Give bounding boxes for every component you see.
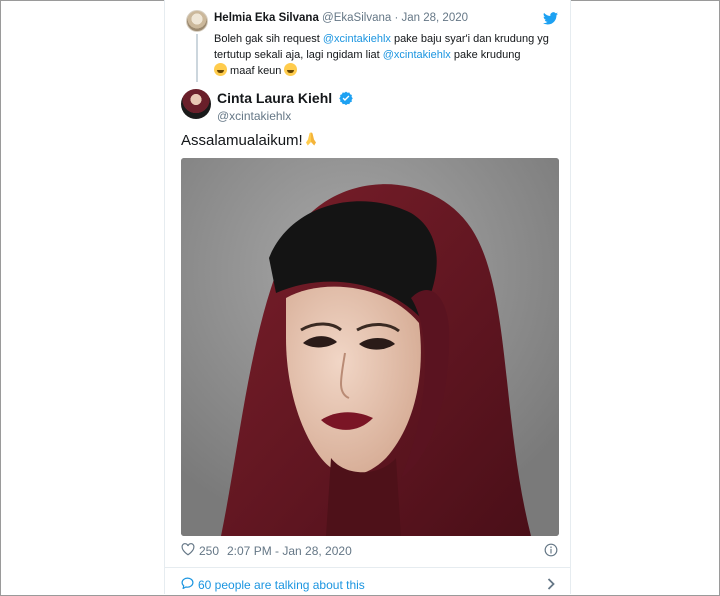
- folded-hands-emoji-icon: [305, 132, 316, 146]
- reply-text-part: maaf keun: [227, 65, 285, 77]
- chevron-right-icon[interactable]: [547, 578, 555, 590]
- reply-author-handle[interactable]: @EkaSilvana: [322, 12, 391, 24]
- verified-badge-icon: [339, 91, 353, 105]
- reply-author-name[interactable]: Helmia Eka Silvana: [214, 12, 319, 24]
- twitter-bird-icon[interactable]: [543, 12, 558, 25]
- reply-text-part: Boleh gak sih request: [214, 33, 323, 45]
- portrait-image: [181, 158, 559, 536]
- tweet-text: Assalamualaikum!: [181, 131, 319, 149]
- tweet-text-content: Assalamualaikum!: [181, 132, 303, 149]
- author-handle[interactable]: @xcintakiehlx: [217, 109, 291, 123]
- reply-header: Helmia Eka Silvana @EkaSilvana · Jan 28,…: [214, 12, 468, 24]
- like-count[interactable]: 250: [199, 544, 219, 558]
- heart-icon[interactable]: [181, 543, 195, 556]
- reply-separator: ·: [394, 12, 399, 24]
- reply-date[interactable]: Jan 28, 2020: [402, 12, 469, 24]
- reply-mention-link[interactable]: @xcintakiehlx: [383, 49, 451, 61]
- reply-text: Boleh gak sih request @xcintakiehlx pake…: [214, 31, 559, 79]
- author-name-row[interactable]: Cinta Laura Kiehl: [217, 90, 353, 106]
- reply-mention-link[interactable]: @xcintakiehlx: [323, 33, 391, 45]
- comment-bubble-icon: [181, 577, 194, 589]
- grinning-sweat-emoji-icon: [214, 63, 227, 76]
- embedded-tweet-card: Helmia Eka Silvana @EkaSilvana · Jan 28,…: [164, 0, 571, 594]
- tweet-photo[interactable]: [181, 158, 559, 536]
- rofl-emoji-icon: [284, 63, 298, 76]
- info-icon[interactable]: [544, 543, 558, 557]
- reply-avatar[interactable]: [186, 10, 208, 32]
- tweet-timestamp[interactable]: 2:07 PM - Jan 28, 2020: [227, 544, 352, 558]
- talking-about-text[interactable]: 60 people are talking about this: [198, 578, 365, 592]
- author-name[interactable]: Cinta Laura Kiehl: [217, 90, 332, 106]
- thread-line: [196, 34, 198, 82]
- conversation-link[interactable]: 60 people are talking about this: [165, 568, 570, 594]
- reply-text-part: pake krudung: [450, 49, 521, 61]
- author-avatar[interactable]: [181, 89, 211, 119]
